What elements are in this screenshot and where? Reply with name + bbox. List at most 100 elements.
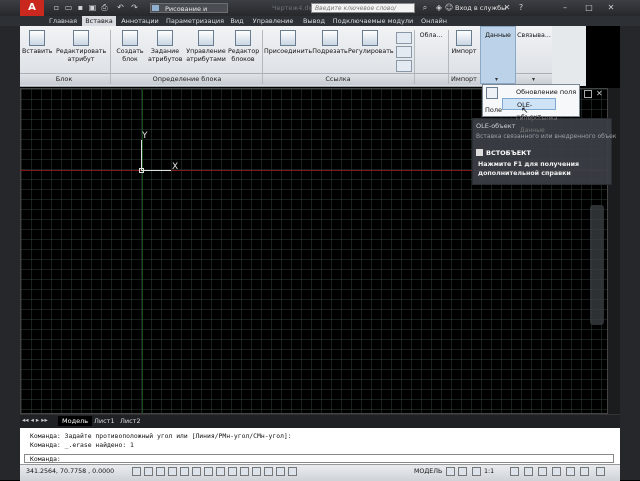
osnap-icon[interactable] <box>192 467 201 476</box>
help-icon[interactable]: ? <box>516 3 526 13</box>
lock-icon[interactable] <box>538 467 547 476</box>
print-icon[interactable]: ⎙ <box>100 3 109 12</box>
annotation-scale[interactable]: 1:1 <box>484 468 494 475</box>
tab-home[interactable]: Главная <box>46 16 80 26</box>
user-icon[interactable]: ☺ <box>444 3 454 13</box>
annotation-scale-icon[interactable] <box>472 467 481 476</box>
binoculars-icon[interactable]: ⌕ <box>420 3 430 13</box>
tab-parametric[interactable]: Параметризация <box>164 16 226 26</box>
tab-annotate[interactable]: Аннотации <box>118 16 162 26</box>
application-menu-button[interactable]: A <box>20 0 44 16</box>
new-icon[interactable]: ▫ <box>52 3 61 12</box>
block-editor-button[interactable]: Редактор блоков <box>228 30 259 64</box>
define-attributes-button[interactable]: Задание атрибутов <box>148 30 182 64</box>
selection-cycling-icon[interactable] <box>288 467 297 476</box>
redo-icon[interactable]: ↷ <box>130 3 139 12</box>
block-panel-title[interactable]: Блок <box>22 74 106 84</box>
adjust-icon <box>362 30 378 46</box>
annotation-visibility-icon[interactable] <box>510 467 519 476</box>
save-as-icon[interactable]: ▣ <box>88 3 97 12</box>
3d-osnap-icon[interactable] <box>204 467 213 476</box>
frames-icon[interactable] <box>396 46 412 58</box>
workspace-dropdown[interactable]: Рисование и аннотации <box>150 3 228 23</box>
command-input[interactable] <box>24 454 614 463</box>
clip-button[interactable]: Подрезать <box>312 30 348 56</box>
import-panel-title[interactable]: Импорт <box>450 74 478 84</box>
signin-button[interactable]: Вход в службы <box>455 4 506 12</box>
tab-insert[interactable]: Вставка <box>82 16 116 26</box>
tab-layout2[interactable]: Лист2 <box>116 416 145 426</box>
hyperlink-item[interactable]: Гиперссылка <box>516 115 557 122</box>
field-button-label[interactable]: Поле <box>485 106 502 114</box>
viewport-restore-icon[interactable] <box>584 90 592 98</box>
command-icon <box>476 149 483 156</box>
quick-view-layouts-icon[interactable] <box>446 467 455 476</box>
undo-icon[interactable]: ↶ <box>116 3 125 12</box>
model-space-toggle[interactable]: МОДЕЛЬ <box>414 468 442 475</box>
close-icon[interactable]: ✕ <box>606 3 616 13</box>
grid-icon[interactable] <box>156 467 165 476</box>
clean-screen-icon[interactable] <box>596 467 605 476</box>
hardware-acceleration-icon[interactable] <box>552 467 561 476</box>
manage-attributes-button[interactable]: Управление атрибутами <box>184 30 228 64</box>
isolate-objects-icon[interactable] <box>566 467 575 476</box>
exchange-icon[interactable]: ✕ <box>502 3 512 13</box>
edit-attribute-label: Редактировать атрибут <box>56 48 107 63</box>
workspace-switch-icon[interactable] <box>524 467 533 476</box>
viewport-close-icon[interactable]: ✕ <box>596 90 603 98</box>
lineweight-icon[interactable] <box>252 467 261 476</box>
maximize-icon[interactable]: □ <box>584 3 594 13</box>
layout-nav-icons[interactable]: ◂◂ ◂ ▸ ▸▸ <box>22 416 48 424</box>
ucs-x-label: X <box>172 162 179 172</box>
reference-panel-title[interactable]: Ссылка <box>264 74 412 84</box>
tab-plugins[interactable]: Подключаемые модули <box>332 16 414 26</box>
insert-icon <box>29 30 45 46</box>
tooltip-heading: OLE-объект <box>476 122 516 130</box>
ucs-y-axis <box>141 140 142 170</box>
link-panel-label[interactable]: Связыва... <box>516 32 552 40</box>
insert-block-button[interactable]: Вставить <box>22 30 53 56</box>
import-button[interactable]: Импорт <box>450 30 478 56</box>
ducs-icon[interactable] <box>228 467 237 476</box>
navigation-bar[interactable] <box>590 205 604 325</box>
create-block-button[interactable]: Создать блок <box>114 30 146 64</box>
polar-icon[interactable] <box>180 467 189 476</box>
create-block-icon <box>122 30 138 46</box>
snap-underlay-icon[interactable] <box>396 60 412 72</box>
adjust-button[interactable]: Регулировать <box>348 30 394 56</box>
subscription-icon[interactable]: ◈ <box>434 3 444 13</box>
chevron-down-icon[interactable]: ▾ <box>495 76 498 83</box>
otrack-icon[interactable] <box>216 467 225 476</box>
infer-constraints-icon[interactable] <box>132 467 141 476</box>
edit-attribute-button[interactable]: Редактировать атрибут <box>56 30 106 64</box>
tab-output[interactable]: Вывод <box>300 16 328 26</box>
tab-view[interactable]: Вид <box>228 16 246 26</box>
update-fields-item[interactable]: Обновление поля <box>502 86 580 98</box>
open-icon[interactable]: ▭ <box>64 3 73 12</box>
ole-object-item[interactable]: OLE-объект <box>502 98 556 121</box>
quick-view-drawings-icon[interactable] <box>458 467 467 476</box>
ortho-icon[interactable] <box>168 467 177 476</box>
minimize-icon[interactable]: – <box>560 3 570 13</box>
define-attributes-label: Задание атрибутов <box>148 48 183 63</box>
block-definition-panel-title[interactable]: Определение блока <box>114 74 260 84</box>
save-icon[interactable]: ▪ <box>76 3 85 12</box>
import-label: Импорт <box>451 48 477 55</box>
tab-layout1[interactable]: Лист1 <box>90 416 119 426</box>
dyn-icon[interactable] <box>240 467 249 476</box>
snap-icon[interactable] <box>144 467 153 476</box>
status-menu-icon[interactable] <box>580 467 589 476</box>
cloud-button[interactable]: Обла... <box>416 32 446 40</box>
chevron-down-icon[interactable]: ▾ <box>532 76 535 83</box>
quick-properties-icon[interactable] <box>276 467 285 476</box>
transparency-icon[interactable] <box>264 467 273 476</box>
underlay-layers-icon[interactable] <box>396 32 412 44</box>
attach-button[interactable]: Присоединить <box>264 30 312 56</box>
adjust-label: Регулировать <box>348 48 394 55</box>
coordinates-readout[interactable]: 341.2564, 70.7758 , 0.0000 <box>26 468 114 475</box>
search-input[interactable]: Введите ключевое слово/фразу <box>311 3 415 22</box>
tab-model[interactable]: Модель <box>58 416 93 426</box>
tab-manage[interactable]: Управление <box>250 16 296 26</box>
tab-online[interactable]: Онлайн <box>418 16 450 26</box>
data-panel-label: Данные <box>485 32 511 39</box>
